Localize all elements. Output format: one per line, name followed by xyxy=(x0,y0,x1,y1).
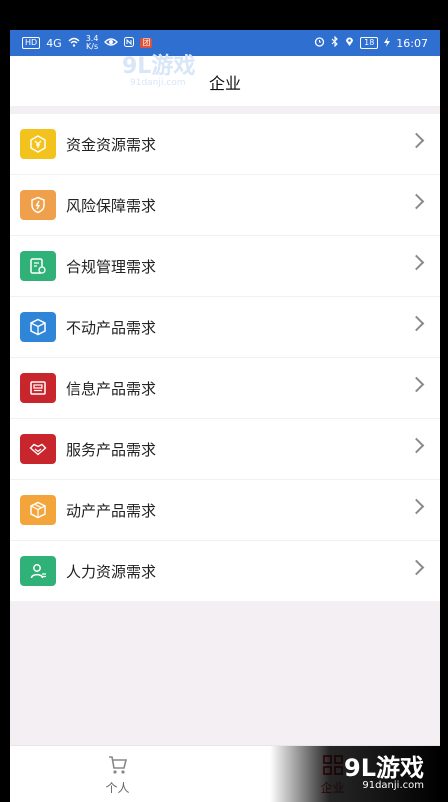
person-icon xyxy=(20,556,56,586)
menu-item-real-estate[interactable]: 不动产品需求 xyxy=(10,297,440,358)
menu-item-label: 不动产品需求 xyxy=(66,318,157,337)
menu-item-human-resources[interactable]: 人力资源需求 xyxy=(10,541,440,601)
cart-icon xyxy=(108,755,127,774)
menu-item-label: 动产产品需求 xyxy=(66,501,157,520)
tab-personal[interactable]: 个人 xyxy=(10,746,225,802)
battery-indicator: 18 xyxy=(360,37,379,49)
menu-item-services[interactable]: 服务产品需求 xyxy=(10,419,440,480)
menu-item-label: 资金资源需求 xyxy=(66,135,157,154)
menu-item-compliance[interactable]: 合规管理需求 xyxy=(10,236,440,297)
menu-item-label: 服务产品需求 xyxy=(66,440,157,459)
app-badge: 团 xyxy=(140,38,153,48)
network-speed: 3.4 K/s xyxy=(85,34,99,51)
menu-item-funding[interactable]: 资金资源需求 xyxy=(10,114,440,175)
tab-label: 个人 xyxy=(105,780,130,795)
app-screen: HD 4G 3.4 K/s 团 18 16:07 9L游戏 91danji.co… xyxy=(10,30,440,802)
alarm-icon xyxy=(314,36,325,50)
chevron-right-icon xyxy=(408,498,425,515)
page-header: 9L游戏 91danji.com 企业 xyxy=(10,56,440,106)
menu-item-label: 信息产品需求 xyxy=(66,379,157,398)
shield-icon xyxy=(20,190,56,220)
bottom-tab-bar: 个人 企业 9L游戏 91danji.com xyxy=(10,745,440,802)
menu-item-movables[interactable]: 动产产品需求 xyxy=(10,480,440,541)
page-title: 企业 xyxy=(208,74,241,93)
signal-indicator: 4G xyxy=(46,36,62,50)
document-check-icon xyxy=(20,251,56,281)
demand-menu-list: 资金资源需求 风险保障需求 合规管理需求 不动产品需求 信息产品需求 服务产品需… xyxy=(10,114,440,601)
box-icon xyxy=(20,495,56,525)
chevron-right-icon xyxy=(408,376,425,393)
chevron-right-icon xyxy=(408,315,425,332)
chevron-right-icon xyxy=(408,559,425,576)
chevron-right-icon xyxy=(408,132,425,149)
chevron-right-icon xyxy=(408,193,425,210)
cube-icon xyxy=(20,312,56,342)
menu-item-label: 人力资源需求 xyxy=(66,562,157,581)
news-icon xyxy=(20,373,56,403)
menu-item-information[interactable]: 信息产品需求 xyxy=(10,358,440,419)
location-icon xyxy=(345,36,354,50)
watermark-logo-bottom: 9L游戏 91danji.com xyxy=(270,746,440,802)
hd-indicator: HD xyxy=(22,37,41,49)
eye-icon xyxy=(104,37,119,50)
handshake-icon xyxy=(20,434,56,464)
menu-item-label: 风险保障需求 xyxy=(66,196,157,215)
menu-item-risk[interactable]: 风险保障需求 xyxy=(10,175,440,236)
chevron-right-icon xyxy=(408,254,425,271)
clock-time: 16:07 xyxy=(396,36,428,50)
bluetooth-icon xyxy=(331,35,339,50)
menu-item-label: 合规管理需求 xyxy=(66,257,157,276)
chevron-right-icon xyxy=(408,437,425,454)
wifi-icon xyxy=(68,37,80,50)
watermark-logo-top: 9L游戏 91danji.com xyxy=(122,54,196,89)
charging-icon xyxy=(384,36,391,50)
nfc-icon xyxy=(124,36,135,50)
yuan-hexagon-icon xyxy=(20,129,56,159)
status-bar: HD 4G 3.4 K/s 团 18 16:07 xyxy=(10,30,440,56)
